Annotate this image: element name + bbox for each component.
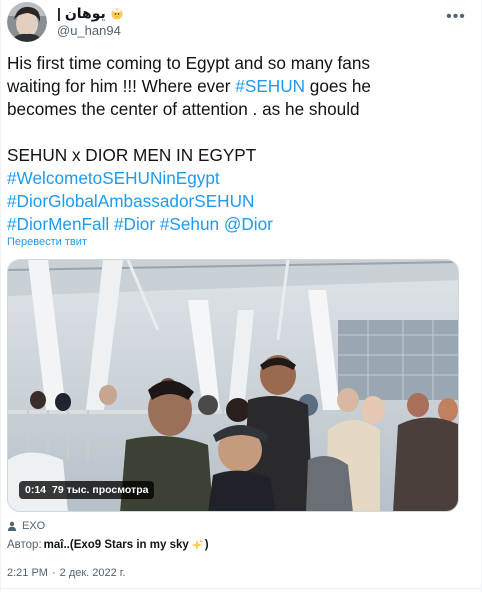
timestamp-separator: · [51,567,56,579]
hashtag-link[interactable]: #Dior [114,214,155,234]
hashtag-link[interactable]: #Sehun [160,214,219,234]
tweet-text-line: #DiorMenFall #Dior #Sehun @Dior [7,213,417,236]
tweet-text-line: waiting for him !!! Where ever #SEHUN go… [7,75,417,98]
tweet-time: 2:21 PM [7,567,48,579]
tweet-text-line [7,121,417,144]
tweet-text-line: becomes the center of attention . as he … [7,98,417,121]
avatar[interactable] [7,2,47,42]
author-prefix: Автор: [7,539,42,551]
video-author: Автор: maî..(Exo9 Stars in my sky ) [7,539,209,551]
tweet-text-line: His first time coming to Egypt and so ma… [7,52,417,75]
video-credit[interactable]: EXO [7,520,45,532]
video-views: 79 тыс. просмотра [52,484,149,496]
tweet-text-line: #WelcometoSEHUNinEgypt [7,167,417,190]
tweet-timestamp[interactable]: 2:21 PM · 2 дек. 2022 г. [7,567,126,579]
tweet-text-segment: His first time coming to Egypt and so ma… [7,53,370,73]
video-duration: 0:14 [25,484,47,496]
mention-link[interactable]: @Dior [224,214,273,234]
sparkles-emoji-icon [191,539,203,551]
divider [1,588,482,589]
author-name[interactable]: maî..(Exo9 Stars in my sky [44,539,189,551]
author-suffix: ) [204,539,209,551]
display-name[interactable]: | يوهان [57,4,106,22]
video-info-badge: 0:14 79 тыс. просмотра [19,481,155,499]
tweet-text-segment: waiting for him !!! Where ever [7,76,236,96]
video-frame [8,260,458,511]
tweet-card: | يوهان @u_han94 ••• His first time comi… [0,0,482,592]
tweet-header: | يوهان @u_han94 ••• [7,2,477,42]
hashtag-link[interactable]: #DiorGlobalAmbassadorSEHUN [7,191,254,211]
video-player[interactable]: 0:14 79 тыс. просмотра [7,259,459,512]
tweet-text: His first time coming to Egypt and so ma… [7,52,417,236]
more-dots-icon[interactable]: ••• [445,6,467,28]
credit-label: EXO [22,520,46,532]
tweet-text-line: #DiorGlobalAmbassadorSEHUN [7,190,417,213]
tweet-text-segment: goes he [305,76,371,96]
person-icon [7,521,17,531]
user-names: | يوهان @u_han94 [57,4,124,40]
user-handle[interactable]: @u_han94 [57,22,124,40]
hashtag-link[interactable]: #DiorMenFall [7,214,109,234]
hashtag-link[interactable]: #SEHUN [235,76,305,96]
display-name-row: | يوهان [57,4,124,22]
tweet-date: 2 дек. 2022 г. [59,567,126,579]
tweet-text-segment: becomes the center of attention . as he … [7,99,360,119]
tweet-text-segment: SEHUN x DIOR MEN IN EGYPT [7,145,257,165]
hashtag-link[interactable]: #WelcometoSEHUNinEgypt [7,168,220,188]
chick-emoji-icon [110,6,124,20]
translate-tweet-link[interactable]: Перевести твит [7,236,87,248]
tweet-text-line: SEHUN x DIOR MEN IN EGYPT [7,144,417,167]
